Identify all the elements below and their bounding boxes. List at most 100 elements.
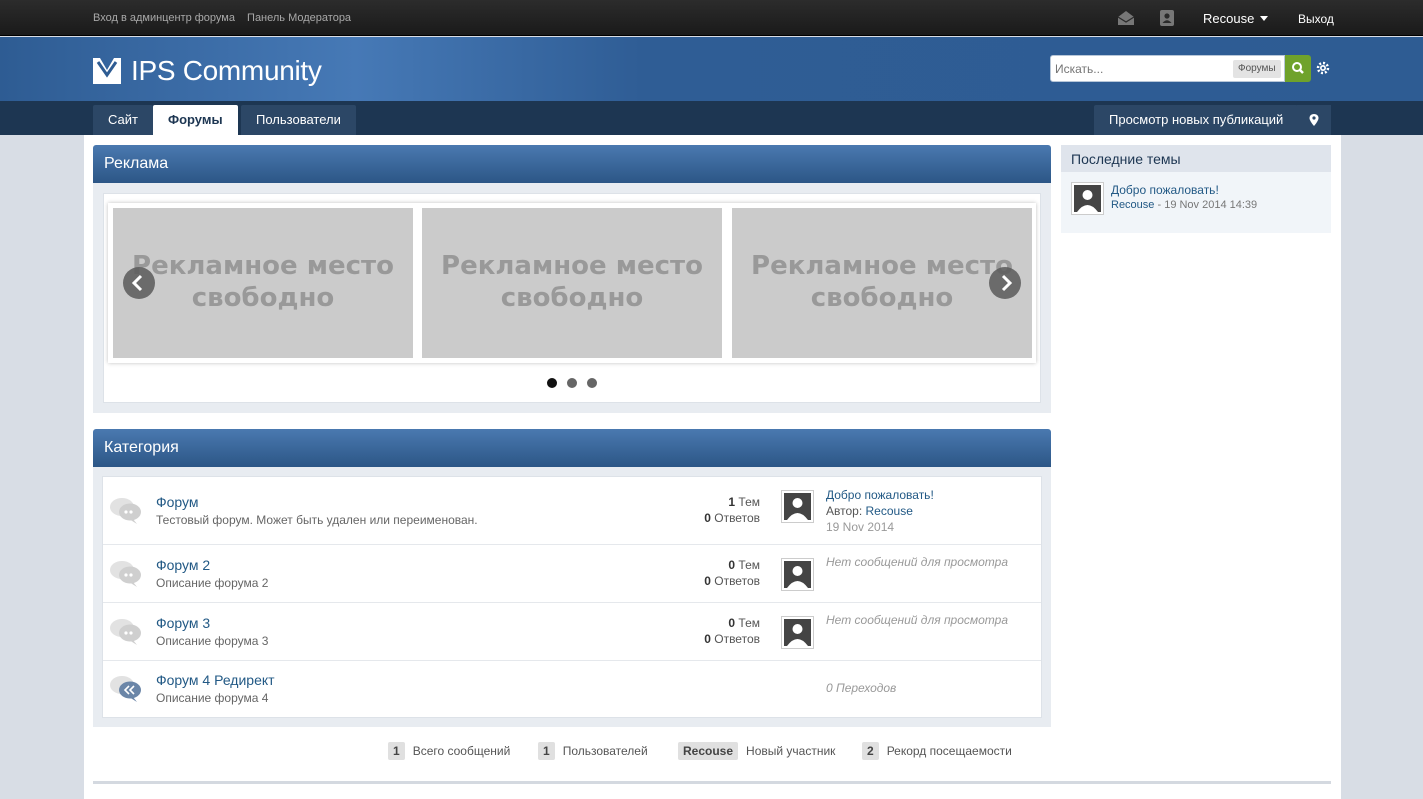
- carousel-prev-button[interactable]: [123, 267, 155, 299]
- avatar: [781, 558, 814, 591]
- stat-label: Новый участник: [746, 744, 836, 758]
- notifications-icon[interactable]: [1158, 10, 1176, 26]
- last-post-date: 19 Nov 2014: [826, 520, 895, 534]
- ad-slot[interactable]: Рекламное место свободно: [422, 208, 722, 358]
- recent-topic-meta: Recouse - 19 Nov 2014 14:39: [1111, 199, 1258, 211]
- redirect-icon: [110, 676, 141, 702]
- forum-read-icon: [110, 561, 141, 587]
- chevron-right-icon: [1001, 274, 1013, 292]
- topic-count: 0 Тем: [728, 558, 760, 572]
- top-links: Вход в админцентр форума Панель Модерато…: [93, 12, 360, 24]
- stat-value: 1: [538, 742, 555, 760]
- stat-value: 1: [388, 742, 405, 760]
- forum-row: Форум 4 Редирект Описание форума 4 0 Пер…: [103, 661, 1041, 717]
- carousel-next-button[interactable]: [989, 267, 1021, 299]
- ad-slot-line2: свободно: [810, 283, 954, 313]
- redirect-count: 0 Переходов: [826, 681, 897, 695]
- ad-slot[interactable]: Рекламное место свободно: [732, 208, 1032, 358]
- ad-slot[interactable]: Рекламное место свободно: [113, 208, 413, 358]
- ad-slot-line1: Рекламное место: [132, 251, 394, 281]
- forum-title-link[interactable]: Форум: [156, 494, 199, 510]
- ads-title: Реклама: [93, 145, 1051, 183]
- reply-count: 0 Ответов: [704, 511, 760, 525]
- ad-slot-line1: Рекламное место: [751, 251, 1013, 281]
- forum-description: Описание форума 2: [156, 576, 269, 590]
- carousel-dot[interactable]: [587, 378, 597, 388]
- user-avatar-icon: [784, 619, 811, 646]
- stat-newest-member: Recouse Новый участник: [678, 742, 835, 760]
- ad-slot-line2: свободно: [500, 283, 644, 313]
- stat-label: Всего сообщений: [412, 744, 511, 758]
- last-post-author-link[interactable]: Recouse: [866, 504, 913, 518]
- last-post-title-link[interactable]: Добро пожаловать!: [826, 488, 934, 502]
- stat-label: Рекорд посещаемости: [886, 744, 1012, 758]
- carousel-dot[interactable]: [567, 378, 577, 388]
- logo[interactable]: IPS Community: [93, 55, 322, 87]
- main-nav: Сайт Форумы Пользователи Просмотр новых …: [0, 101, 1423, 135]
- username: Recouse: [1203, 11, 1255, 26]
- messenger-icon[interactable]: [1117, 10, 1135, 26]
- location-button[interactable]: [1297, 105, 1331, 135]
- forum-row: Форум Тестовый форум. Может быть удален …: [103, 477, 1041, 545]
- tab-forums[interactable]: Форумы: [153, 105, 238, 135]
- forum-title-link[interactable]: Форум 3: [156, 615, 210, 631]
- admin-cp-link[interactable]: Вход в админцентр форума: [93, 12, 235, 24]
- user-avatar-icon: [1074, 185, 1101, 212]
- logo-text: IPS Community: [131, 55, 322, 86]
- newest-member-link[interactable]: Recouse: [678, 742, 739, 760]
- map-pin-icon: [1309, 114, 1319, 126]
- recent-topic-author-link[interactable]: Recouse: [1111, 199, 1154, 211]
- stat-total-posts: 1 Всего сообщений: [388, 742, 510, 760]
- search-scope[interactable]: Форумы: [1233, 60, 1281, 78]
- chevron-left-icon: [131, 274, 143, 292]
- topic-count: 0 Тем: [728, 616, 760, 630]
- gear-icon[interactable]: [1316, 61, 1330, 75]
- ad-slot-line2: свободно: [191, 283, 335, 313]
- avatar[interactable]: [781, 490, 814, 523]
- reply-count: 0 Ответов: [704, 574, 760, 588]
- topic-count: 1 Тем: [728, 495, 760, 509]
- sidebar-title: Последние темы: [1061, 145, 1331, 172]
- search-input[interactable]: [1055, 60, 1225, 78]
- stat-value: 2: [862, 742, 879, 760]
- user-avatar-icon: [784, 493, 811, 520]
- logout-link[interactable]: Выход: [1298, 12, 1334, 26]
- footer-divider: [93, 781, 1331, 784]
- forum-description: Тестовый форум. Может быть удален или пе…: [156, 513, 478, 527]
- forum-description: Описание форума 3: [156, 634, 269, 648]
- stat-label: Пользователей: [562, 744, 648, 758]
- tab-site[interactable]: Сайт: [93, 105, 153, 135]
- search-box: Форумы: [1050, 55, 1285, 82]
- forum-title-link[interactable]: Форум 4 Редирект: [156, 672, 275, 688]
- no-posts-text: Нет сообщений для просмотра: [826, 613, 1009, 627]
- site-header: IPS Community Форумы: [0, 37, 1423, 101]
- stat-members: 1 Пользователей: [538, 742, 648, 760]
- avatar[interactable]: [1071, 182, 1104, 215]
- user-avatar-icon: [784, 561, 811, 588]
- forum-read-icon: [110, 619, 141, 645]
- category-title: Категория: [93, 429, 1051, 467]
- recent-topics: Добро пожаловать! Recouse - 19 Nov 2014 …: [1061, 172, 1331, 233]
- forum-row: Форум 3 Описание форума 3 0 Тем 0 Ответо…: [103, 603, 1041, 661]
- reply-count: 0 Ответов: [704, 632, 760, 646]
- forum-row: Форум 2 Описание форума 2 0 Тем 0 Ответо…: [103, 545, 1041, 603]
- carousel-dot[interactable]: [547, 378, 557, 388]
- forum-description: Описание форума 4: [156, 691, 269, 705]
- view-new-content-link[interactable]: Просмотр новых публикаций: [1094, 105, 1299, 135]
- forum-read-icon: [110, 498, 141, 524]
- moderator-panel-link[interactable]: Панель Модератора: [247, 12, 351, 24]
- tab-members[interactable]: Пользователи: [241, 105, 356, 135]
- top-bar: Вход в админцентр форума Панель Модерато…: [0, 0, 1423, 36]
- chevron-down-icon: [1260, 16, 1269, 21]
- ips-logo-icon: [93, 58, 121, 84]
- no-posts-text: Нет сообщений для просмотра: [826, 555, 1009, 569]
- avatar: [781, 616, 814, 649]
- stat-record-online: 2 Рекорд посещаемости: [862, 742, 1012, 760]
- last-post: Добро пожаловать! Автор: Recouse 19 Nov …: [826, 488, 934, 534]
- forum-title-link[interactable]: Форум 2: [156, 557, 210, 573]
- recent-topic-link[interactable]: Добро пожаловать!: [1111, 183, 1219, 197]
- user-menu[interactable]: Recouse: [1203, 11, 1269, 26]
- search-icon: [1292, 62, 1304, 74]
- search-button[interactable]: [1285, 55, 1311, 82]
- ad-slot-line1: Рекламное место: [441, 251, 703, 281]
